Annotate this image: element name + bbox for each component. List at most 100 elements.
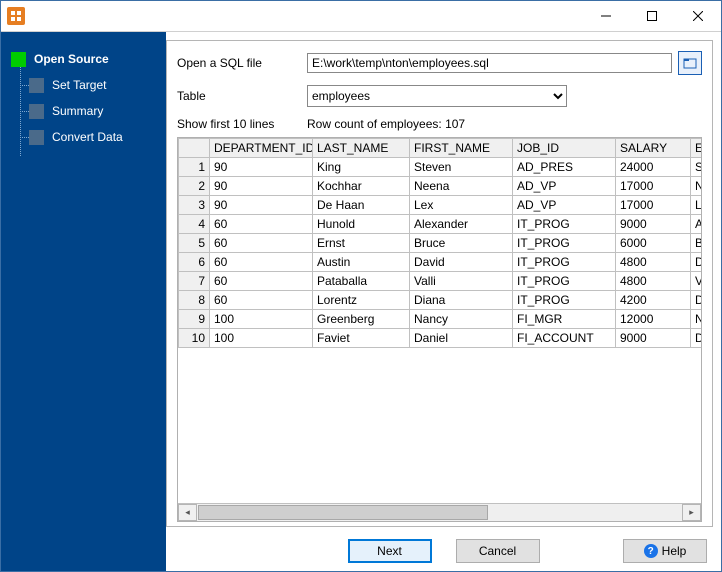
step-set-target[interactable]: Set Target	[1, 72, 166, 98]
cell[interactable]: 60	[210, 215, 313, 234]
cell[interactable]: AD_VP	[513, 177, 616, 196]
row-number: 4	[179, 215, 210, 234]
cell[interactable]: Hunold	[313, 215, 410, 234]
cell[interactable]: 60	[210, 234, 313, 253]
cell[interactable]: DFAVIET	[691, 329, 702, 348]
app-icon	[7, 7, 25, 25]
cell[interactable]: NKOCHHAR	[691, 177, 702, 196]
cell[interactable]: 90	[210, 158, 313, 177]
cell[interactable]: 90	[210, 196, 313, 215]
cell[interactable]: Bruce	[410, 234, 513, 253]
scroll-left-arrow-icon[interactable]: ◂	[178, 504, 197, 521]
table-row[interactable]: 560ErnstBruceIT_PROG6000BERNST	[179, 234, 702, 253]
close-button[interactable]	[675, 1, 721, 31]
step-open-source[interactable]: Open Source	[1, 46, 166, 72]
scroll-right-arrow-icon[interactable]: ▸	[682, 504, 701, 521]
table-row[interactable]: 860LorentzDianaIT_PROG4200DLORENTZ	[179, 291, 702, 310]
cell[interactable]: 17000	[616, 196, 691, 215]
cell[interactable]: FI_ACCOUNT	[513, 329, 616, 348]
table-row[interactable]: 190KingStevenAD_PRES24000SKING	[179, 158, 702, 177]
step-summary[interactable]: Summary	[1, 98, 166, 124]
col-header[interactable]: DEPARTMENT_ID	[210, 139, 313, 158]
cell[interactable]: NGREENBE	[691, 310, 702, 329]
cell[interactable]: 12000	[616, 310, 691, 329]
cell[interactable]: 4200	[616, 291, 691, 310]
sql-file-input[interactable]	[307, 53, 672, 73]
cell[interactable]: Diana	[410, 291, 513, 310]
cell[interactable]: De Haan	[313, 196, 410, 215]
cell[interactable]: DLORENTZ	[691, 291, 702, 310]
table-row[interactable]: 660AustinDavidIT_PROG4800DAUSTIN	[179, 253, 702, 272]
cell[interactable]: 60	[210, 253, 313, 272]
cell[interactable]: 90	[210, 177, 313, 196]
cell[interactable]: Alexander	[410, 215, 513, 234]
cell[interactable]: AD_VP	[513, 196, 616, 215]
col-header[interactable]: JOB_ID	[513, 139, 616, 158]
next-button[interactable]: Next	[348, 539, 432, 563]
col-header[interactable]: SALARY	[616, 139, 691, 158]
step-convert-data[interactable]: Convert Data	[1, 124, 166, 150]
row-number: 2	[179, 177, 210, 196]
cell[interactable]: Greenberg	[313, 310, 410, 329]
table-row[interactable]: 9100GreenbergNancyFI_MGR12000NGREENBE	[179, 310, 702, 329]
cell[interactable]: Pataballa	[313, 272, 410, 291]
cell[interactable]: FI_MGR	[513, 310, 616, 329]
col-header[interactable]: LAST_NAME	[313, 139, 410, 158]
maximize-button[interactable]	[629, 1, 675, 31]
cell[interactable]: Daniel	[410, 329, 513, 348]
table-row[interactable]: 460HunoldAlexanderIT_PROG9000AHUNOLD	[179, 215, 702, 234]
cell[interactable]: 6000	[616, 234, 691, 253]
table-row[interactable]: 760PataballaValliIT_PROG4800VPATABAL	[179, 272, 702, 291]
cell[interactable]: David	[410, 253, 513, 272]
cell[interactable]: Lorentz	[313, 291, 410, 310]
cell[interactable]: Ernst	[313, 234, 410, 253]
cell[interactable]: IT_PROG	[513, 291, 616, 310]
table-label: Table	[177, 89, 307, 103]
cell[interactable]: Lex	[410, 196, 513, 215]
cell[interactable]: IT_PROG	[513, 234, 616, 253]
cell[interactable]: IT_PROG	[513, 253, 616, 272]
cell[interactable]: 4800	[616, 253, 691, 272]
cell[interactable]: Neena	[410, 177, 513, 196]
scroll-track[interactable]	[198, 505, 681, 520]
cell[interactable]: BERNST	[691, 234, 702, 253]
cell[interactable]: 17000	[616, 177, 691, 196]
scroll-thumb[interactable]	[198, 505, 488, 520]
data-preview-grid: DEPARTMENT_ID LAST_NAME FIRST_NAME JOB_I…	[177, 137, 702, 522]
cell[interactable]: LDEHAAN	[691, 196, 702, 215]
cell[interactable]: DAUSTIN	[691, 253, 702, 272]
cancel-button[interactable]: Cancel	[456, 539, 540, 563]
cell[interactable]: 100	[210, 329, 313, 348]
cell[interactable]: Kochhar	[313, 177, 410, 196]
cell[interactable]: King	[313, 158, 410, 177]
cell[interactable]: Austin	[313, 253, 410, 272]
table-row[interactable]: 290KochharNeenaAD_VP17000NKOCHHAR	[179, 177, 702, 196]
cell[interactable]: Nancy	[410, 310, 513, 329]
table-row[interactable]: 10100FavietDanielFI_ACCOUNT9000DFAVIET	[179, 329, 702, 348]
help-button[interactable]: ? Help	[623, 539, 707, 563]
table-select[interactable]: employees	[307, 85, 567, 107]
cell[interactable]: AHUNOLD	[691, 215, 702, 234]
browse-file-button[interactable]	[678, 51, 702, 75]
cell[interactable]: IT_PROG	[513, 272, 616, 291]
cell[interactable]: 60	[210, 291, 313, 310]
cell[interactable]: 100	[210, 310, 313, 329]
cell[interactable]: SKING	[691, 158, 702, 177]
cell[interactable]: Valli	[410, 272, 513, 291]
cell[interactable]: 4800	[616, 272, 691, 291]
col-header[interactable]: FIRST_NAME	[410, 139, 513, 158]
col-header[interactable]: EMAIL	[691, 139, 702, 158]
cell[interactable]: Faviet	[313, 329, 410, 348]
cell[interactable]: 60	[210, 272, 313, 291]
cell[interactable]: IT_PROG	[513, 215, 616, 234]
cell[interactable]: Steven	[410, 158, 513, 177]
cell[interactable]: AD_PRES	[513, 158, 616, 177]
step-label: Set Target	[52, 78, 106, 92]
table-row[interactable]: 390De HaanLexAD_VP17000LDEHAAN	[179, 196, 702, 215]
horizontal-scrollbar[interactable]: ◂ ▸	[178, 503, 701, 521]
cell[interactable]: 24000	[616, 158, 691, 177]
cell[interactable]: VPATABAL	[691, 272, 702, 291]
cell[interactable]: 9000	[616, 329, 691, 348]
cell[interactable]: 9000	[616, 215, 691, 234]
minimize-button[interactable]	[583, 1, 629, 31]
